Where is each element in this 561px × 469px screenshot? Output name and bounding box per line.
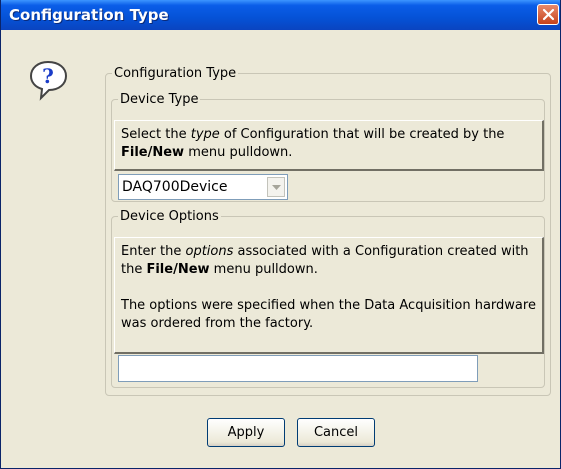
apply-button[interactable]: Apply [207,418,285,447]
close-icon [542,8,555,21]
device-type-description: Select the type of Configuration that wi… [114,120,544,171]
question-icon: ? [29,60,68,101]
chevron-down-icon [272,185,281,190]
device-options-desc-1: Enter the options associated with a Conf… [121,244,529,277]
dropdown-button[interactable] [267,177,285,197]
device-options-legend: Device Options [120,209,219,224]
window-title: Configuration Type [9,6,169,24]
close-button[interactable] [537,4,559,25]
configuration-type-dialog: Configuration Type ? Configuration Type … [0,0,561,469]
svg-text:?: ? [42,64,54,88]
device-type-selected-value: DAQ700Device [122,179,228,195]
title-bar[interactable]: Configuration Type [1,0,560,30]
device-options-desc-2: The options were specified when the Data… [121,298,536,331]
device-type-select[interactable]: DAQ700Device [118,174,288,200]
device-type-legend: Device Type [120,92,199,107]
device-options-description: Enter the options associated with a Conf… [114,237,544,354]
device-options-input[interactable] [118,355,478,382]
cancel-button[interactable]: Cancel [297,418,375,447]
configuration-type-legend: Configuration Type [114,66,237,81]
